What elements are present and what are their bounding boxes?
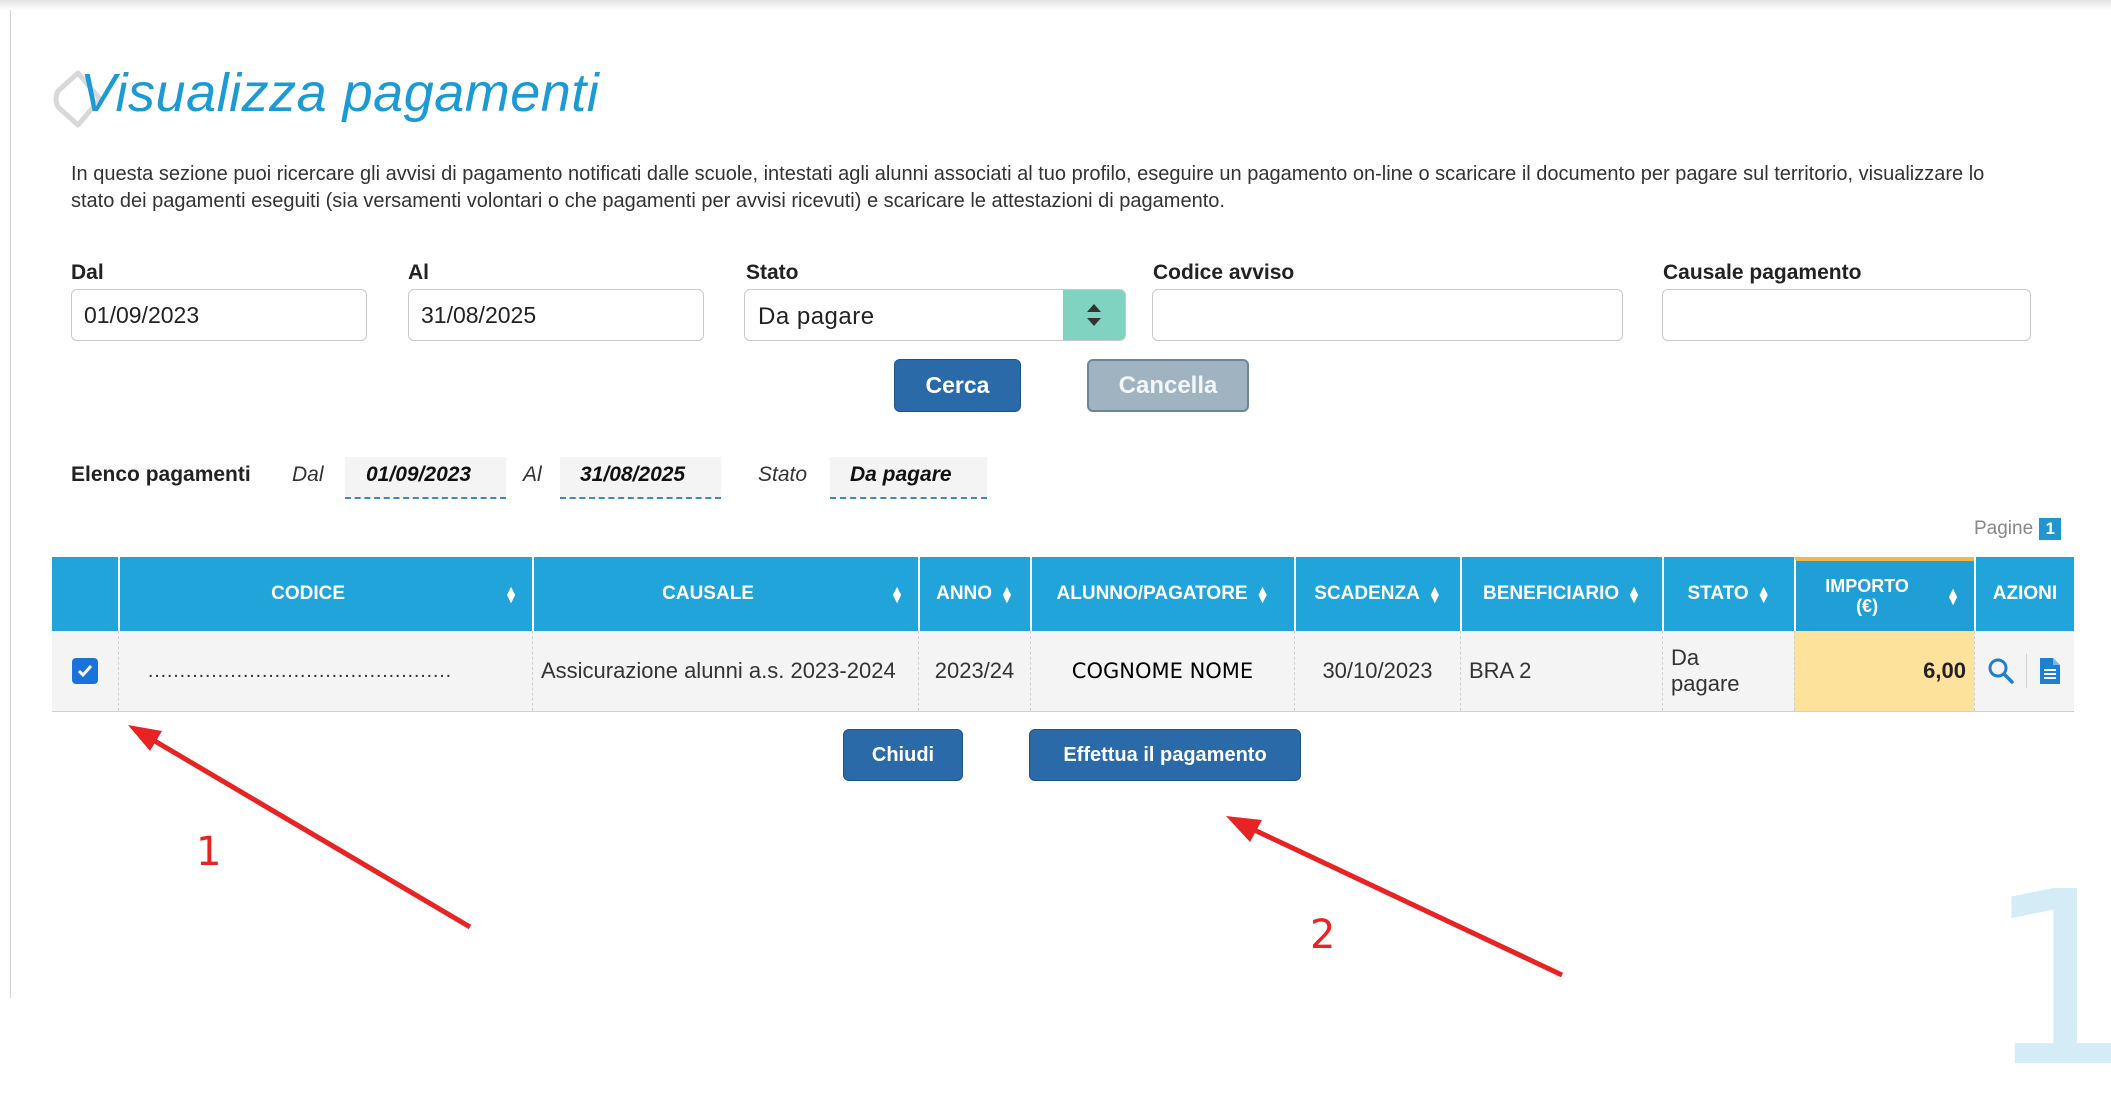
arrow-2-icon: [1226, 816, 1564, 978]
annotation-number-2: 2: [1310, 912, 1336, 958]
annotation-arrows: [128, 725, 1564, 978]
step-watermark: 1: [1985, 840, 2111, 1120]
annotation-number-1: 1: [196, 829, 222, 875]
arrow-1-icon: [128, 725, 472, 930]
